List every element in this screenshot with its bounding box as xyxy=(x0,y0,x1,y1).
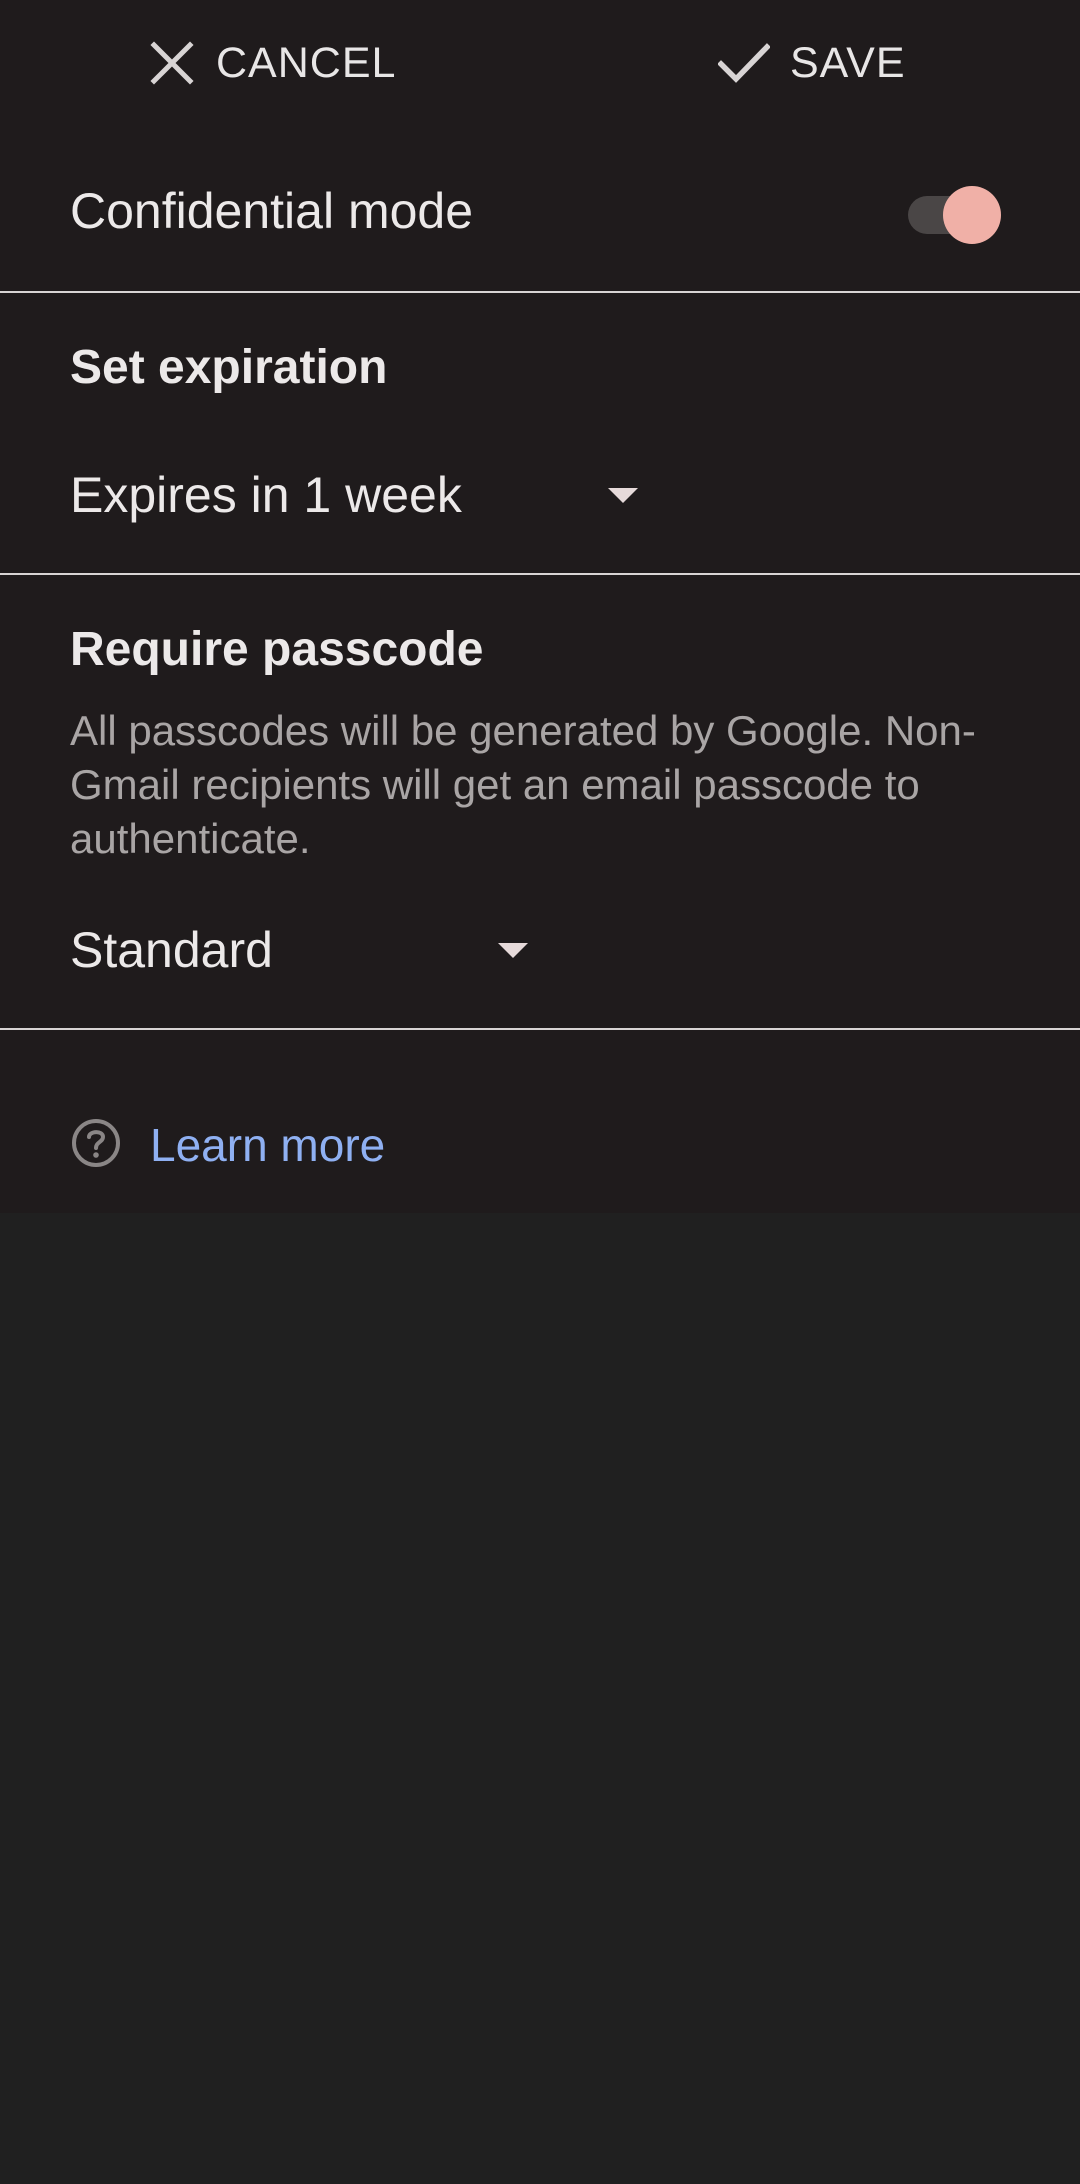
check-icon xyxy=(718,41,770,85)
save-label: SAVE xyxy=(790,38,906,87)
require-passcode-title: Require passcode xyxy=(70,623,484,676)
divider xyxy=(0,291,1080,293)
expiration-dropdown[interactable]: Expires in 1 week xyxy=(70,460,670,530)
divider xyxy=(0,1028,1080,1030)
close-icon xyxy=(150,41,194,85)
confidential-mode-row: Confidential mode xyxy=(0,126,1080,291)
set-expiration-title: Set expiration xyxy=(70,341,388,394)
dropdown-caret-icon xyxy=(498,943,528,958)
divider xyxy=(0,573,1080,575)
expiration-value: Expires in 1 week xyxy=(70,467,462,523)
passcode-description: All passcodes will be generated by Googl… xyxy=(70,707,976,862)
cancel-label: CANCEL xyxy=(216,38,397,87)
dropdown-caret-icon xyxy=(608,488,638,503)
learn-more-label: Learn more xyxy=(150,1119,386,1171)
passcode-dropdown[interactable]: Standard xyxy=(70,915,570,985)
passcode-value: Standard xyxy=(70,922,273,978)
toggle-knob xyxy=(943,186,1001,244)
confidential-mode-sheet: CANCEL SAVE Confidential mode Set expira… xyxy=(0,0,1080,1213)
action-bar: CANCEL SAVE xyxy=(0,0,1080,126)
confidential-mode-toggle[interactable] xyxy=(906,182,1002,244)
help-circle-icon xyxy=(70,1117,122,1174)
save-button[interactable]: SAVE xyxy=(718,30,906,96)
cancel-button[interactable]: CANCEL xyxy=(150,30,396,96)
confidential-mode-label: Confidential mode xyxy=(70,183,474,239)
learn-more-link[interactable]: Learn more xyxy=(70,1114,385,1176)
